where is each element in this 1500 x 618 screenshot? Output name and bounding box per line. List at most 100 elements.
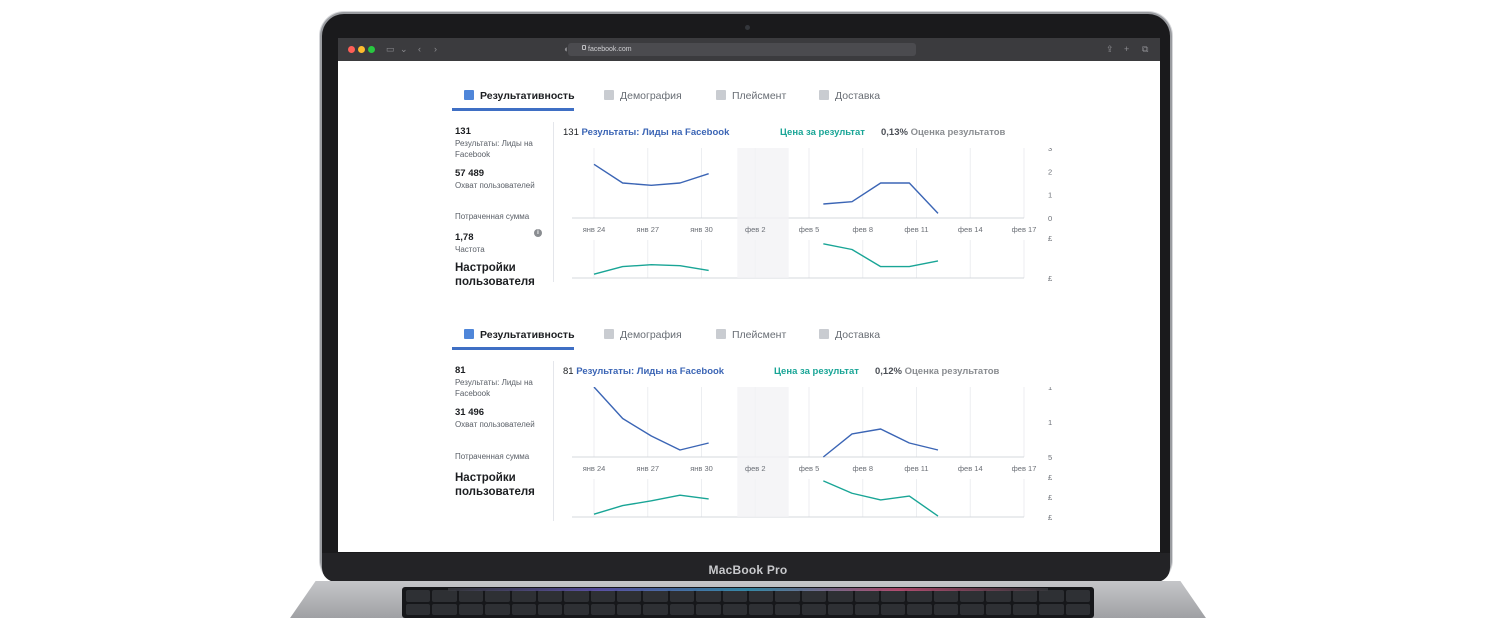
y-tick-label-cost: £4 bbox=[1048, 473, 1052, 482]
ad-insights-panel: Результативность Демография Плейсмент До… bbox=[452, 86, 1052, 316]
performance-chart-2: янв 24 янв 27 янв 30 фев 2 фев 5 фев 8 фев 11 ф… bbox=[572, 387, 1052, 522]
legend-results[interactable]: Результаты: Лиды на Facebook bbox=[582, 127, 730, 138]
y-tick-label: 15 bbox=[1048, 387, 1052, 392]
legend-rating[interactable]: Оценка результатов bbox=[911, 127, 1006, 138]
results-series-line bbox=[823, 182, 939, 214]
laptop-brand-label: MacBook Pro bbox=[708, 563, 788, 577]
paused-period-band bbox=[737, 387, 789, 517]
legend-rating-2[interactable]: Оценка результатов bbox=[905, 366, 1000, 377]
info-icon[interactable]: i bbox=[534, 229, 542, 237]
x-tick-label: фев 14 bbox=[958, 225, 983, 234]
address-bar-url: facebook.com bbox=[588, 46, 632, 53]
chart-legend: 131 Результаты: Лиды на Facebook bbox=[563, 127, 729, 139]
y-tick-label: 30 bbox=[1048, 148, 1052, 153]
results-series-line bbox=[822, 428, 939, 458]
reach-label: Охват пользователей bbox=[455, 181, 535, 190]
tab-delivery-2[interactable]: Доставка bbox=[819, 325, 880, 349]
chart-legend-2: 81 Результаты: Лиды на Facebook bbox=[563, 366, 724, 378]
tab-delivery[interactable]: Доставка bbox=[819, 86, 880, 110]
chevron-down-icon[interactable]: ⌄ bbox=[400, 44, 408, 55]
legend-cost-wrap-2: Цена за результат bbox=[774, 366, 859, 378]
x-tick-label: янв 27 bbox=[636, 464, 659, 473]
reach-label-2: Охват пользователей bbox=[455, 420, 535, 429]
tab-demographics-2[interactable]: Демография bbox=[604, 325, 682, 349]
y-tick-label: 5 bbox=[1048, 453, 1052, 462]
legend-rating-value-2: 0,12% bbox=[875, 366, 902, 377]
forward-icon[interactable]: › bbox=[434, 44, 437, 55]
new-tab-icon[interactable]: + bbox=[1124, 44, 1129, 55]
y-tick-label: 10 bbox=[1048, 418, 1052, 427]
sidebar-icon[interactable]: ▭ bbox=[386, 44, 395, 55]
ad-insights-panel-2: Результативность Демография Плейсмент До… bbox=[452, 325, 1052, 552]
insights-tabs: Результативность Демография Плейсмент До… bbox=[452, 86, 1052, 111]
stats-column: 131 Результаты: Лиды на Facebook 57 489 … bbox=[455, 126, 547, 289]
x-tick-label: фев 8 bbox=[852, 464, 873, 473]
minimize-window-button[interactable] bbox=[358, 46, 365, 53]
legend-rating-wrap: 0,13% Оценка результатов bbox=[881, 127, 1005, 139]
x-tick-label: фев 14 bbox=[958, 464, 983, 473]
placement-icon bbox=[716, 329, 726, 339]
tab-performance-2[interactable]: Результативность bbox=[464, 325, 575, 349]
y-tick-label: 20 bbox=[1048, 167, 1052, 176]
people-icon bbox=[604, 329, 614, 339]
people-icon bbox=[604, 90, 614, 100]
x-tick-label: фев 11 bbox=[904, 464, 928, 473]
stats-column-2: 81 Результаты: Лиды на Facebook 31 496 О… bbox=[455, 365, 547, 499]
tab-placement-2[interactable]: Плейсмент bbox=[716, 325, 786, 349]
delivery-chart-icon bbox=[819, 329, 829, 339]
keyboard bbox=[402, 587, 1094, 618]
column-divider bbox=[553, 122, 554, 282]
x-tick-label: фев 11 bbox=[904, 225, 928, 234]
spent-label-2: Потраченная сумма bbox=[455, 452, 530, 461]
legend-rating-value: 0,13% bbox=[881, 127, 908, 138]
tab-demographics[interactable]: Демография bbox=[604, 86, 682, 110]
results-value: 131 bbox=[455, 126, 471, 137]
y-tick-label-cost: £2 bbox=[1048, 493, 1052, 502]
results-series-line bbox=[593, 387, 709, 451]
x-tick-label: фев 5 bbox=[799, 464, 820, 473]
legend-cost-per-result[interactable]: Цена за результат bbox=[780, 127, 865, 138]
cost-series-line bbox=[823, 243, 939, 268]
audience-settings-heading-2: Настройки пользователя bbox=[455, 472, 535, 498]
cost-series-line bbox=[593, 494, 709, 515]
cost-series-line bbox=[593, 263, 709, 275]
tab-performance[interactable]: Результативность bbox=[464, 86, 575, 110]
x-tick-label: янв 27 bbox=[636, 225, 659, 234]
x-tick-label: фев 17 bbox=[1012, 225, 1037, 234]
results-label: Результаты: Лиды на Facebook bbox=[455, 139, 533, 159]
placement-icon bbox=[716, 90, 726, 100]
legend-results-count-2: 81 bbox=[563, 366, 574, 377]
legend-cost-wrap: Цена за результат bbox=[780, 127, 865, 139]
bar-chart-icon bbox=[464, 90, 474, 100]
legend-cost-per-result-2[interactable]: Цена за результат bbox=[774, 366, 859, 377]
y-tick-label: 10 bbox=[1048, 191, 1052, 200]
spent-label: Потраченная сумма bbox=[455, 212, 530, 221]
tab-placement[interactable]: Плейсмент bbox=[716, 86, 786, 110]
cost-series-line bbox=[823, 480, 939, 517]
y-tick-label-cost: £0 bbox=[1048, 513, 1052, 522]
column-divider-2 bbox=[553, 361, 554, 521]
legend-results-count: 131 bbox=[563, 127, 579, 138]
close-window-button[interactable] bbox=[348, 46, 355, 53]
lock-icon bbox=[582, 45, 586, 50]
share-icon[interactable]: ⇪ bbox=[1106, 44, 1114, 55]
y-tick-label-cost: £0 bbox=[1048, 274, 1052, 283]
audience-settings-heading: Настройки пользователя bbox=[455, 262, 535, 288]
y-tick-label: 0 bbox=[1048, 214, 1052, 223]
x-tick-label: фев 5 bbox=[799, 225, 820, 234]
laptop-mockup: MacBook Pro ▭ ⌄ ‹ › ◐ facebook.com ⇪ + ⧉… bbox=[0, 0, 1500, 618]
x-tick-label: янв 30 bbox=[690, 225, 713, 234]
webcam bbox=[745, 25, 750, 30]
tab-overview-icon[interactable]: ⧉ bbox=[1142, 44, 1148, 55]
bar-chart-icon bbox=[464, 329, 474, 339]
results-value-2: 81 bbox=[455, 365, 466, 376]
reach-value-2: 31 496 bbox=[455, 407, 485, 418]
screen: ▭ ⌄ ‹ › ◐ facebook.com ⇪ + ⧉ Результатив… bbox=[338, 38, 1160, 552]
touch-bar bbox=[448, 588, 1048, 591]
legend-results-2[interactable]: Результаты: Лиды на Facebook bbox=[576, 366, 724, 377]
x-tick-label: фев 2 bbox=[745, 464, 766, 473]
reach-value: 57 489 bbox=[455, 168, 485, 179]
results-label-2: Результаты: Лиды на Facebook bbox=[455, 378, 533, 398]
zoom-window-button[interactable] bbox=[368, 46, 375, 53]
back-icon[interactable]: ‹ bbox=[418, 44, 421, 55]
